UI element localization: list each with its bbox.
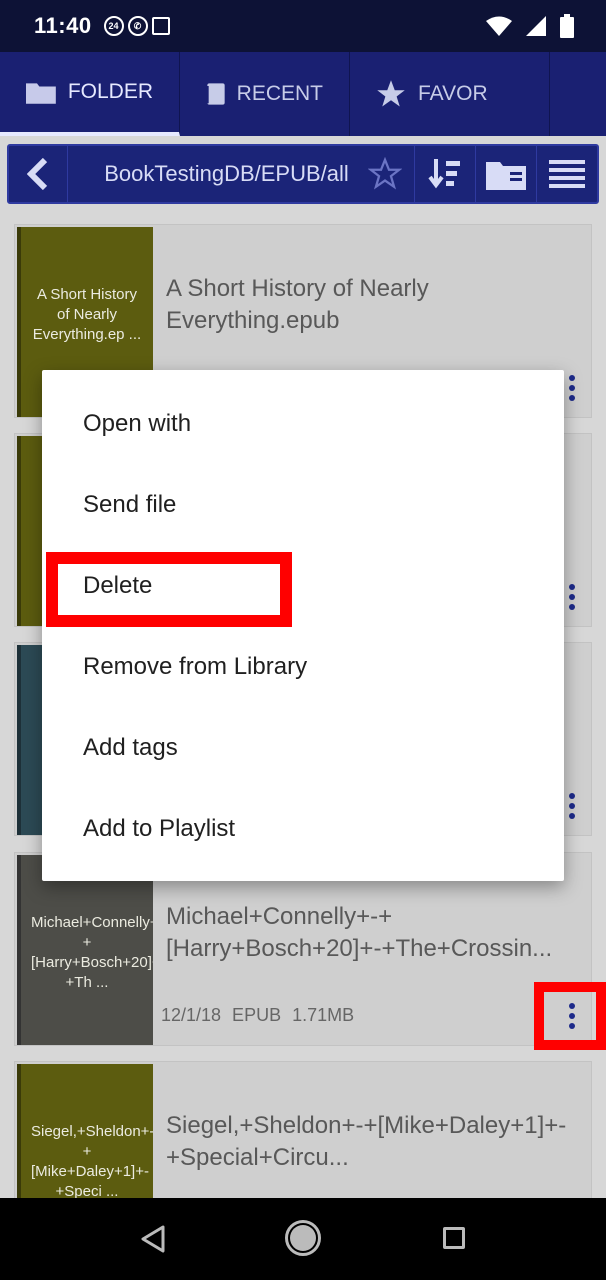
menu-item-remove-from-library[interactable]: Remove from Library <box>42 626 564 707</box>
file-title: Siegel,+Sheldon+-+[Mike+Daley+1]+-+Speci… <box>166 1112 567 1171</box>
image-icon <box>151 17 170 35</box>
system-status-icons <box>486 14 574 38</box>
book-icon <box>206 83 225 105</box>
more-options-highlight <box>534 982 606 1050</box>
file-meta: 12/1/18 EPUB 1.71MB <box>161 1005 355 1025</box>
favorite-folder-button[interactable] <box>355 146 416 202</box>
file-title: A Short History of Nearly Everything.epu… <box>166 275 429 334</box>
menu-item-add-to-playlist[interactable]: Add to Playlist <box>42 788 564 869</box>
file-item[interactable]: Siegel,+Sheldon+-+[Mike+Daley+1]+-+Speci… <box>14 1061 592 1198</box>
viber-icon: ✆ <box>127 16 148 36</box>
menu-item-add-tags[interactable]: Add tags <box>42 707 564 788</box>
folder-book-icon <box>485 162 526 190</box>
status-bar: 11:40 24 ✆ <box>0 0 606 52</box>
home-circle-icon[interactable] <box>285 1220 321 1256</box>
star-icon <box>377 80 405 107</box>
more-options-icon[interactable] <box>561 578 583 616</box>
tab-label: FOLDER <box>67 80 153 103</box>
path-bar: BookTestingDB/EPUB/all <box>7 144 599 204</box>
sort-icon <box>428 159 461 189</box>
notification-icons: 24 ✆ <box>103 16 170 36</box>
tab-label: FAVOR <box>418 82 488 105</box>
tab-favorites[interactable]: FAVOR <box>350 52 550 136</box>
book-cover: Michael+Connelly+-+[Harry+Bosch+20]+-+Th… <box>17 855 153 1045</box>
tab-bar: Y FOLDER RECENT FAVOR <box>0 52 606 136</box>
current-path[interactable]: BookTestingDB/EPUB/all <box>68 146 355 202</box>
wifi-icon <box>486 16 512 36</box>
file-item[interactable]: Michael+Connelly+-+[Harry+Bosch+20]+-+Th… <box>14 852 592 1046</box>
menu-item-open-with[interactable]: Open with <box>42 383 564 464</box>
sort-button[interactable] <box>415 146 476 202</box>
delete-highlight <box>46 552 292 627</box>
back-button[interactable] <box>9 146 68 202</box>
list-icon <box>548 160 585 188</box>
book-cover: Siegel,+Sheldon+-+[Mike+Daley+1]+-+Speci… <box>17 1064 153 1198</box>
menu-item-send-file[interactable]: Send file <box>42 464 564 545</box>
star-outline-icon <box>367 157 402 190</box>
system-nav-bar <box>0 1198 606 1280</box>
news-badge-icon: 24 <box>103 16 124 36</box>
tab-label: RECENT <box>236 82 323 105</box>
recents-square-icon[interactable] <box>443 1227 465 1249</box>
status-time: 11:40 <box>34 13 92 38</box>
battery-icon <box>560 14 574 38</box>
folder-icon <box>26 83 56 104</box>
list-view-button[interactable] <box>537 146 597 202</box>
tab-recent[interactable]: RECENT <box>180 52 350 136</box>
tab-folder[interactable]: FOLDER <box>0 52 180 136</box>
file-title: Michael+Connelly+-+[Harry+Bosch+20]+-+Th… <box>166 903 553 962</box>
folder-view-button[interactable] <box>476 146 537 202</box>
signal-icon <box>526 16 546 36</box>
chevron-left-icon <box>26 158 48 190</box>
back-triangle-icon[interactable] <box>140 1224 166 1254</box>
more-options-icon[interactable] <box>561 369 583 407</box>
more-options-icon[interactable] <box>561 787 583 825</box>
